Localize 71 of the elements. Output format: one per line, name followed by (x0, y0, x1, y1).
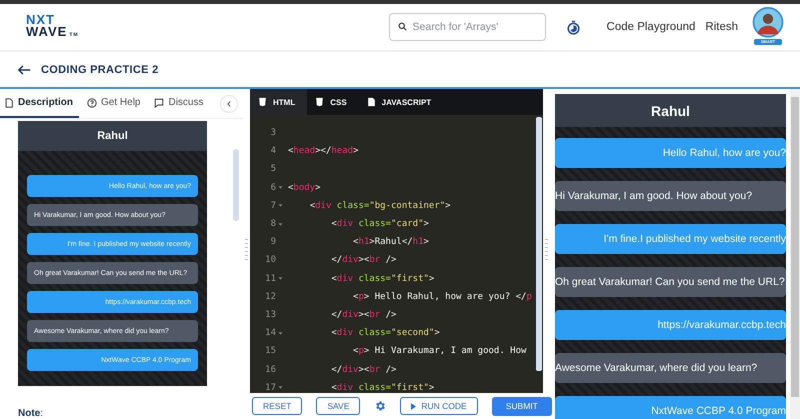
line-number: 7 (270, 200, 276, 211)
editor-tab[interactable]: HTML (250, 89, 308, 115)
chat-message: Oh great Varakumar! Can you send me the URL? (555, 267, 786, 297)
code-text: <div class="first"> (330, 382, 434, 393)
chat-message: https://varakumar.ccbp.tech (555, 310, 786, 340)
line-number: 15 (264, 346, 276, 356)
fold-arrow-icon[interactable] (278, 222, 282, 227)
shield-icon (315, 97, 324, 107)
stopwatch-icon[interactable] (566, 20, 581, 34)
user-name: Ritesh (705, 21, 738, 33)
chat-message: Awesome Varakumar, where did you learn? (555, 353, 786, 383)
fold-arrow-icon[interactable] (278, 185, 282, 190)
fold-arrow-icon[interactable] (278, 330, 282, 336)
code-text: <head></head> (288, 146, 358, 156)
code-text: <div class="second"> (330, 328, 440, 338)
code-text: </div><br /> (330, 255, 396, 266)
code-text: <h1>Rahul</h1> (352, 237, 429, 248)
comment-icon (154, 98, 164, 108)
search-field[interactable]: Search for 'Arrays' (388, 13, 546, 41)
document-icon (4, 98, 14, 108)
fold-arrow-icon[interactable] (278, 203, 282, 208)
line-number: 17 (264, 382, 276, 393)
code-text: <div class="first"> (330, 274, 434, 284)
line-number: 12 (264, 292, 276, 302)
line-number: 8 (270, 219, 276, 230)
editor-tab[interactable]: CSS (307, 89, 359, 115)
chat-message: Hello Rahul, how are you? (555, 138, 786, 168)
line-number: 11 (264, 274, 276, 284)
fold-arrow-icon[interactable] (278, 276, 282, 282)
help-icon (87, 98, 98, 108)
code-text: <p> Hello Rahul, how are you? </p (352, 292, 532, 302)
page-title: CODING PRACTICE 2 (41, 64, 159, 76)
panel-tab[interactable]: Get Help (83, 89, 146, 118)
line-number: 4 (270, 146, 276, 156)
code-text: <div class="card"> (330, 219, 429, 230)
chat-title: Rahul (18, 121, 207, 151)
settings-icon[interactable] (374, 400, 386, 412)
code-text: </div><br /> (330, 310, 396, 320)
back-arrow-icon[interactable] (18, 64, 31, 74)
editor-button[interactable]: SAVE (316, 397, 360, 415)
chat-message: Hi Varakumar, I am good. How about you? (555, 181, 786, 211)
note-colon: : (40, 408, 44, 419)
editor-button[interactable]: RESET (252, 397, 302, 415)
line-number: 13 (264, 310, 276, 320)
panel-tab[interactable]: Discuss (150, 89, 210, 118)
code-text: </div><br /> (330, 364, 396, 375)
code-text: <p> Hi Varakumar, I am good. How (352, 346, 526, 356)
note-label: Note (18, 408, 40, 419)
code-text: <body> (288, 182, 321, 193)
fold-arrow-icon[interactable] (278, 385, 282, 390)
submit-button[interactable]: SUBMIT (492, 396, 552, 416)
run-code-button[interactable]: RUN CODE (400, 397, 478, 415)
line-number: 5 (270, 164, 276, 174)
chat-message: NxtWave CCBP 4.0 Program (555, 396, 786, 419)
line-number: 6 (270, 182, 276, 193)
chevron-left-icon (226, 100, 232, 106)
line-number: 14 (264, 328, 276, 338)
line-number: 3 (270, 128, 276, 138)
shield-icon (258, 97, 267, 107)
file-icon (366, 97, 376, 107)
play-icon (411, 402, 416, 410)
scrollbar[interactable] (790, 89, 800, 419)
editor-tab[interactable]: JAVASCRIPT (358, 89, 444, 115)
line-number: 9 (270, 237, 276, 248)
panel-tab[interactable]: Description (0, 89, 80, 118)
chat-title: Rahul (555, 94, 786, 127)
line-number: 10 (264, 255, 276, 266)
code-text: <div class="bg-container"> (308, 200, 451, 211)
line-number: 16 (264, 364, 276, 375)
code-playground-link[interactable]: Code Playground (606, 21, 696, 33)
chat-message: I'm fine.I published my website recently (555, 224, 786, 254)
